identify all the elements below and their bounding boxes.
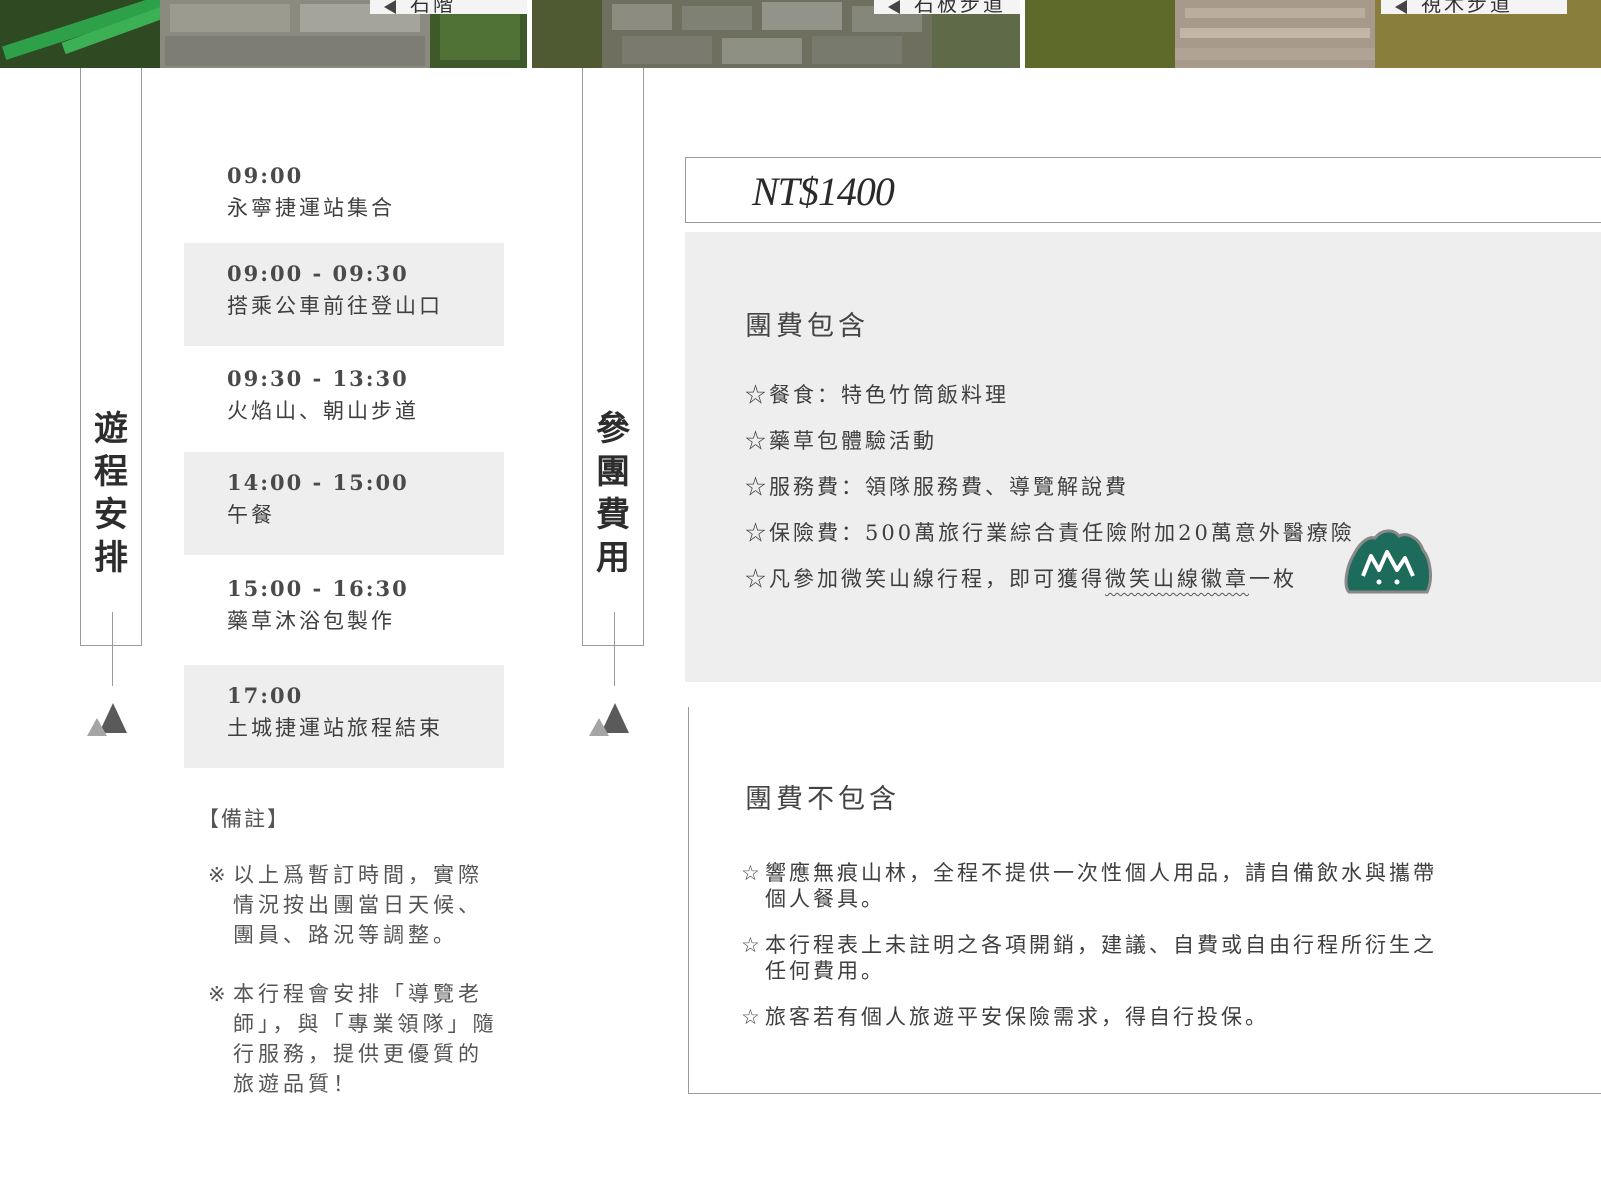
schedule-desc: 午餐 — [227, 503, 275, 527]
photo-wood-path: 視木步道 — [1025, 0, 1601, 68]
divider — [112, 612, 113, 686]
schedule-desc: 搭乘公車前往登山口 — [227, 294, 443, 318]
schedule-item: 09:00 - 09:30 搭乘公車前往登山口 — [184, 243, 504, 346]
excluded-item: ☆ 旅客若有個人旅遊平安保險需求，得自行投保。 — [741, 1005, 1269, 1029]
excluded-item: ☆ 響應無痕山林，全程不提供一次性個人用品，請自備飲水與攜帶個人餐具。 — [741, 861, 1437, 911]
photo-stone-steps: 石階 — [0, 0, 527, 68]
excluded-item: ☆ 本行程表上未註明之各項開銷，建議、自費或自由行程所衍生之任何費用。 — [741, 933, 1437, 983]
excluded-panel: 團費不包含 ☆ 響應無痕山林，全程不提供一次性個人用品，請自備飲水與攜帶個人餐具… — [688, 707, 1601, 1094]
star-icon: ☆ — [741, 1005, 763, 1029]
fees-heading: 參團費用 — [596, 409, 630, 578]
price: NT$1400 — [752, 169, 895, 214]
mountain-triangle-icon — [589, 718, 609, 736]
schedule-time: 09:30 - 13:30 — [227, 366, 409, 391]
schedule-desc: 火焰山、朝山步道 — [227, 399, 419, 423]
schedule-desc: 藥草沐浴包製作 — [227, 609, 395, 633]
schedule-time: 15:00 - 16:30 — [227, 576, 409, 601]
itinerary-heading-box: 遊程安排 — [80, 68, 142, 646]
excluded-title: 團費不包含 — [745, 784, 900, 815]
note-item: ※ 本行程會安排「導覽老師」，與「專業領隊」隨行服務，提供更優質的旅遊品質！ — [208, 979, 498, 1099]
photo-caption: 視木步道 — [1381, 0, 1567, 14]
price-box: NT$1400 — [685, 157, 1601, 223]
smile-mountain-badge-icon — [1344, 529, 1432, 594]
note-mark: ※ — [208, 982, 230, 1006]
note-text: 以上爲暫訂時間，實際情況按出團當日天候、團員、路況等調整。 — [233, 863, 483, 947]
photo-caption: 石階 — [370, 0, 527, 14]
included-title: 團費包含 — [745, 311, 869, 342]
included-item: ☆餐食：特色竹筒飯料理 — [745, 383, 1009, 407]
schedule-desc: 土城捷運站旅程結束 — [227, 716, 443, 740]
schedule-time: 09:00 — [227, 163, 304, 188]
schedule-time: 09:00 - 09:30 — [227, 261, 409, 286]
photo-caption-text: 石板步道 — [914, 0, 1006, 14]
fees-heading-box: 參團費用 — [582, 68, 644, 646]
itinerary-heading: 遊程安排 — [94, 409, 128, 578]
photo-stone-path: 石板步道 — [532, 0, 1020, 68]
schedule-item: 17:00 土城捷運站旅程結束 — [184, 665, 504, 768]
star-icon: ☆ — [741, 933, 763, 957]
mountain-triangle-icon — [87, 718, 107, 736]
schedule-item: 14:00 - 15:00 午餐 — [184, 452, 504, 555]
included-item: ☆保險費：500萬旅行業綜合責任險附加20萬意外醫療險 — [745, 521, 1355, 545]
included-item: ☆服務費：領隊服務費、導覽解說費 — [745, 475, 1129, 499]
schedule-item: 09:00 永寧捷運站集合 — [184, 145, 504, 248]
schedule-time: 17:00 — [227, 683, 304, 708]
note-text: 本行程會安排「導覽老師」，與「專業領隊」隨行服務，提供更優質的旅遊品質！ — [233, 982, 498, 1096]
schedule-item: 09:30 - 13:30 火焰山、朝山步道 — [184, 348, 504, 451]
schedule-desc: 永寧捷運站集合 — [227, 196, 395, 220]
included-panel: 團費包含 ☆餐食：特色竹筒飯料理 ☆藥草包體驗活動 ☆服務費：領隊服務費、導覽解… — [685, 232, 1601, 682]
photo-caption: 石板步道 — [874, 0, 1020, 14]
included-item-badge: ☆凡參加微笑山線行程，即可獲得微笑山線徽章一枚 — [745, 567, 1297, 591]
star-icon: ☆ — [741, 861, 763, 885]
photo-caption-text: 石階 — [410, 0, 456, 14]
included-item: ☆藥草包體驗活動 — [745, 429, 937, 453]
note-item: ※ 以上爲暫訂時間，實際情況按出團當日天候、團員、路況等調整。 — [208, 860, 498, 950]
schedule-item: 15:00 - 16:30 藥草沐浴包製作 — [184, 558, 504, 661]
badge-name: 微笑山線徽章 — [1105, 567, 1249, 591]
notes-title: 【備註】 — [198, 807, 290, 831]
note-mark: ※ — [208, 863, 230, 887]
photo-caption-text: 視木步道 — [1421, 0, 1513, 14]
schedule-time: 14:00 - 15:00 — [227, 470, 409, 495]
divider — [614, 612, 615, 686]
